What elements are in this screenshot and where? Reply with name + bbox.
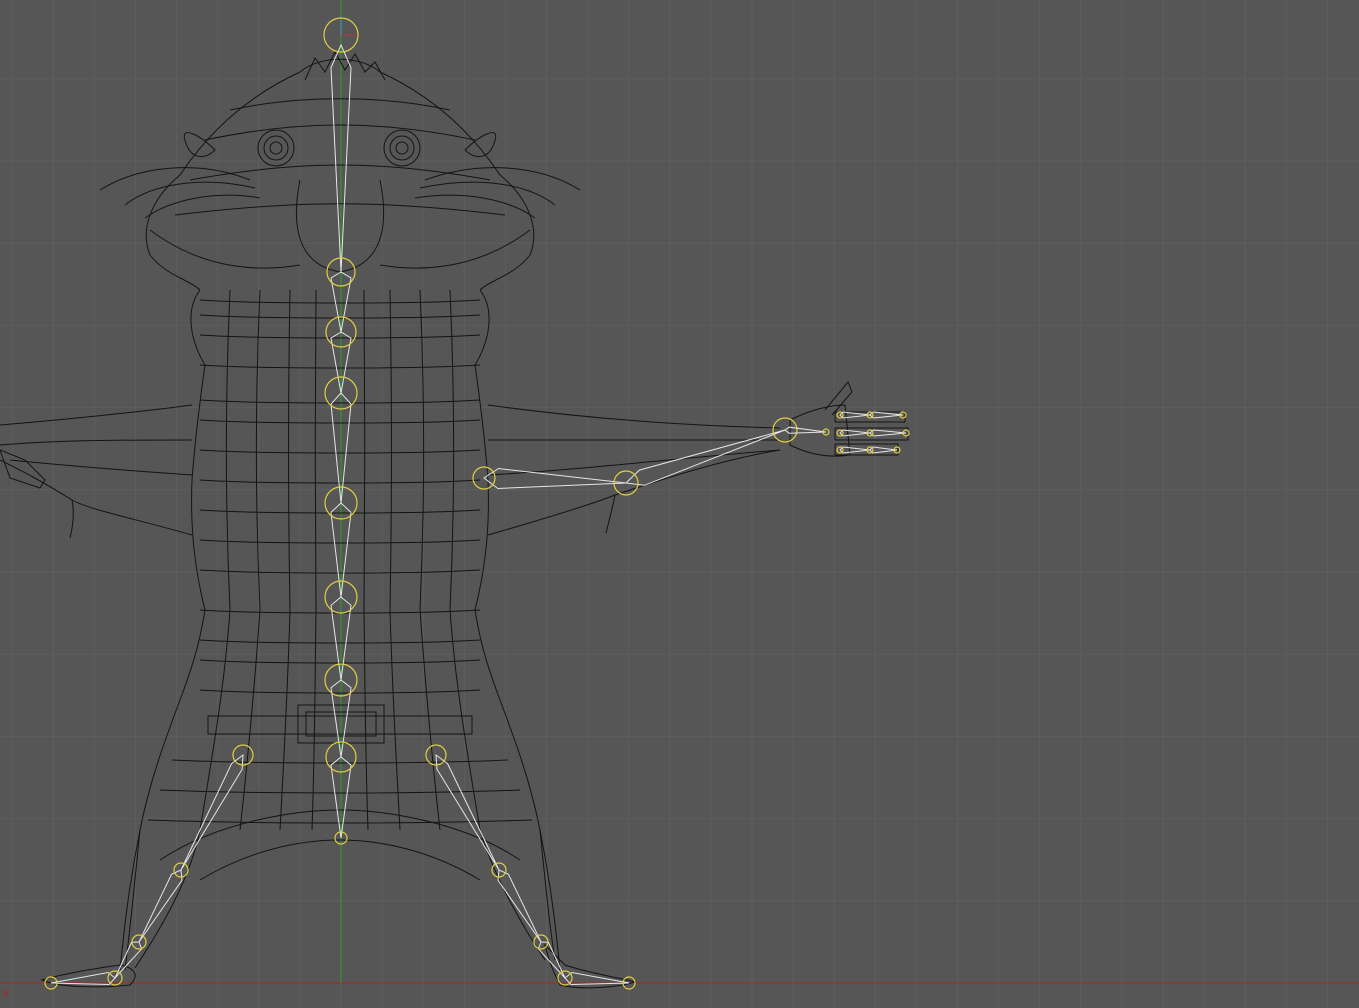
torso-ring: [199, 659, 481, 664]
bone[interactable]: [497, 869, 542, 943]
cheek-right: [379, 229, 531, 269]
bone[interactable]: [839, 411, 871, 419]
floor-grid: [0, 0, 1359, 1008]
hip-curve: [159, 809, 521, 861]
crotch-curve: [199, 839, 481, 881]
torso-ring: [199, 399, 481, 404]
right-hand-mesh: [789, 381, 909, 457]
hamster-mesh[interactable]: [0, 50, 909, 989]
head-crest: [304, 50, 386, 81]
bone[interactable]: [869, 446, 898, 454]
left-hand-mesh: [0, 449, 46, 489]
torso-ring: [199, 689, 481, 694]
torso-ring: [199, 364, 481, 369]
torso-ring: [199, 299, 481, 304]
torso-ring: [199, 639, 481, 644]
torso-ring: [159, 789, 521, 794]
x-axis-label: x: [2, 986, 9, 999]
torso-outline-right: [474, 289, 561, 971]
3d-viewport[interactable]: x: [0, 0, 1359, 1008]
torso-horizontal-rings: [147, 299, 533, 824]
bone[interactable]: [784, 426, 827, 434]
torso-ring: [199, 479, 481, 484]
armature-rig[interactable]: [44, 17, 910, 990]
torso-ring: [199, 449, 481, 454]
viewport-canvas[interactable]: [0, 0, 1359, 1008]
bone[interactable]: [138, 869, 183, 943]
torso-ring: [199, 334, 481, 339]
whiskers: [99, 167, 581, 219]
torso-ring: [199, 539, 481, 544]
torso-ring: [199, 509, 481, 514]
right-arm-mesh: [487, 404, 781, 536]
torso-ring: [147, 819, 533, 824]
bone[interactable]: [435, 753, 500, 871]
head-latitude: [174, 98, 506, 216]
cheek-left: [149, 229, 301, 269]
bone[interactable]: [839, 429, 871, 437]
bone[interactable]: [624, 429, 786, 486]
torso-outline-left: [119, 289, 206, 971]
left-arm-mesh: [0, 404, 193, 539]
torso-ring: [171, 759, 509, 764]
torso-ring: [199, 419, 481, 424]
bone[interactable]: [180, 753, 244, 871]
belt: [207, 704, 473, 744]
bone[interactable]: [839, 446, 871, 454]
